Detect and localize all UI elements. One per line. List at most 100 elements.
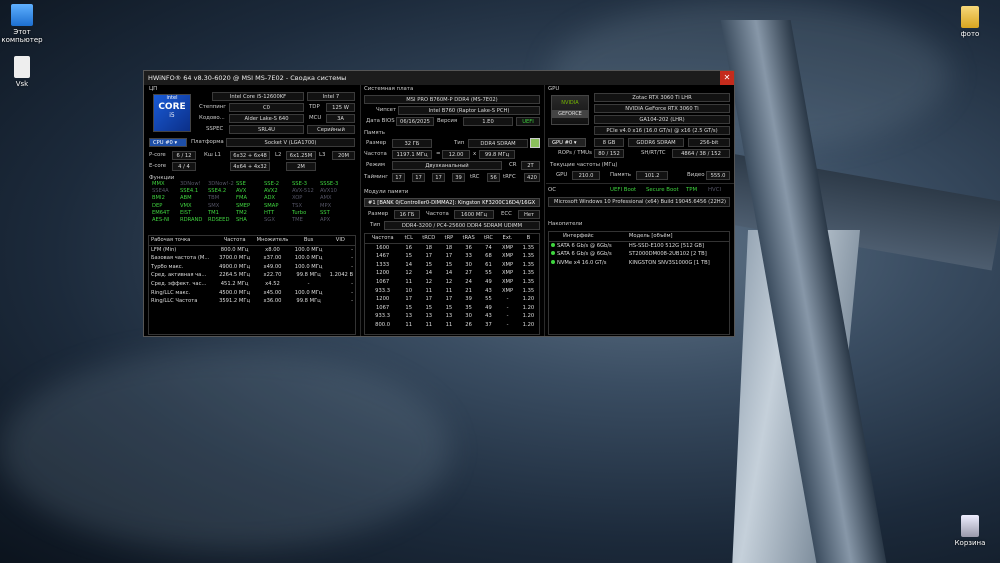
drive-model: ST2000DM008-2UB102 [2 TB] — [628, 251, 707, 258]
desktop-icon-this-pc[interactable]: Этот компьютер — [0, 4, 44, 44]
sh-value: 4864 / 38 / 152 — [672, 149, 730, 158]
table-header-cell: tRCD — [417, 234, 441, 244]
module-select-dropdown[interactable]: #1 [BANK 0/Controller0-DIMMA2]: Kingston… — [364, 198, 540, 207]
table-cell: 1.35 — [522, 261, 535, 268]
table-cell: 1067 — [376, 278, 390, 285]
table-row: Сред. активная ча... 2264.5 МГц x22.70 99.8… — [149, 271, 355, 280]
drive-interface-text: NVMe x4 16.0 GT/s — [557, 259, 607, 266]
bus-width: 256-bit — [688, 138, 730, 147]
gpu-clock: 210.0 — [572, 171, 600, 180]
window-title: HWiNFO® 64 v8.30-6020 @ MSI MS-7E02 - Св… — [148, 74, 347, 82]
recycle-bin-icon — [961, 515, 979, 537]
table-cell: 15 — [405, 304, 413, 311]
uefi-badge: UEFI — [516, 117, 540, 126]
table-cell: - — [307, 280, 310, 287]
desktop-icon-vsk[interactable]: Vsk — [0, 56, 44, 88]
table-cell: Сред. активная ча... — [151, 272, 207, 279]
table-cell: 43 — [485, 313, 492, 320]
cpu-select-dropdown[interactable]: CPU #0 ▾ — [149, 138, 187, 147]
nvidia-geforce-logo: NVIDIA GEFORCE — [551, 95, 589, 125]
table-cell: 100.0 МГц — [294, 263, 323, 270]
table-cell: 933.3 — [375, 287, 391, 294]
table-cell: 24 — [465, 278, 472, 285]
gpu-name: NVIDIA GeForce RTX 3060 Ti — [594, 104, 730, 113]
feature-flag: EM64T — [152, 209, 170, 216]
table-row: 800.0 11 11 11 26 37 - 1.20 — [365, 321, 539, 330]
desktop-icon-recycle-bin[interactable]: Корзина — [948, 515, 992, 547]
tdp-value: 125 W — [326, 103, 355, 112]
table-cell: x36.00 — [263, 298, 282, 305]
table-row: NVMe x4 16.0 GT/s KINGSTON SNV3S1000G [1 … — [549, 259, 729, 268]
mem-bus: 99.8 МГц — [479, 150, 515, 159]
folder-icon — [961, 6, 979, 28]
feature-flag: ABM — [180, 195, 192, 202]
table-cell: XMP — [501, 244, 514, 251]
table-cell: 15 — [425, 304, 433, 311]
table-cell: Ring/LLC макс. — [151, 289, 191, 296]
tpm-status: TPM — [686, 187, 698, 193]
desktop-icon-photo[interactable]: фото — [948, 6, 992, 38]
table-row: 1200 17 17 17 39 55 - 1.20 — [365, 295, 539, 304]
trc-value: 56 — [487, 173, 500, 182]
table-header-cell: tRC — [479, 234, 498, 244]
title-bar[interactable]: HWiNFO® 64 v8.30-6020 @ MSI MS-7E02 - Св… — [144, 71, 734, 85]
feature-flag: 3DNow!-2 — [208, 181, 234, 187]
trc-label: tRC — [470, 174, 480, 180]
table-cell: Базовая частота (M... — [151, 255, 210, 262]
chipset-value: Intel B760 (Raptor Lake-S PCH) — [398, 106, 540, 115]
table-cell: 1200 — [376, 270, 390, 277]
table-row: 1067 15 15 15 35 49 - 1.20 — [365, 304, 539, 313]
cr-label: CR — [509, 162, 517, 168]
chipset-label: Чипсет — [376, 107, 397, 113]
table-cell: 1.20 — [522, 304, 535, 311]
col-op: Рабочая точка — [149, 236, 216, 246]
table-cell: - — [506, 321, 509, 328]
platform-value: Socket V (LGA1700) — [226, 138, 355, 147]
mem-mode-label: Режим — [366, 162, 385, 168]
table-cell: 1.35 — [522, 253, 535, 260]
table-cell: 61 — [485, 261, 492, 268]
feature-flag: HTT — [264, 209, 275, 216]
table-cell: 74 — [485, 244, 492, 251]
table-cell: 14 — [425, 270, 433, 277]
feature-flag: SSE-3 — [292, 181, 308, 187]
x-sign: x — [473, 151, 477, 157]
feature-flag: RDRAND — [180, 217, 203, 224]
table-header-cell: Частота — [365, 234, 401, 244]
cr-value: 2T — [521, 161, 540, 170]
module-type-label: Тип — [370, 222, 381, 228]
l1e-value: 4x64 + 4x32 — [230, 162, 270, 171]
table-cell: x4.52 — [265, 280, 280, 287]
gpu-select-dropdown[interactable]: GPU #0 ▾ — [548, 138, 586, 147]
mb-name: MSI PRO B760M-P DDR4 (MS-7E02) — [364, 95, 540, 104]
table-cell: 11 — [445, 321, 453, 328]
l3-label: L3 — [319, 152, 326, 158]
table-row: 1067 11 12 12 24 49 XMP 1.35 — [365, 278, 539, 287]
mcu-label: MCU — [309, 115, 322, 121]
feature-flag: AES-NI — [152, 217, 170, 224]
memory-monitor-icon[interactable] — [530, 138, 540, 148]
table-row: Ring/LLC Частота 3591.2 МГц x36.00 99.8 МГц… — [149, 297, 355, 306]
timing-cl: 17 — [392, 173, 405, 182]
feature-flag: ADX — [264, 195, 276, 202]
pcore-value: 6 / 12 — [172, 151, 196, 160]
feature-flag: TM1 — [208, 209, 219, 216]
feature-flag: RDSEED — [208, 217, 230, 224]
trfc-label: tRFC — [503, 174, 516, 180]
table-header-cell: Ext. — [497, 234, 518, 244]
operating-points-table: Рабочая точка Частота Множитель Bus VID … — [148, 235, 356, 335]
table-cell: 37 — [485, 321, 492, 328]
table-cell: 17 — [445, 253, 453, 260]
close-button[interactable]: ✕ — [720, 71, 734, 85]
cpu-header: ЦП — [149, 86, 158, 92]
col-mult: Множитель — [253, 236, 292, 246]
table-row: SATA 6 Gb/s @ 6Gb/s HS-SSD-E100 512G [512… — [549, 241, 729, 250]
table-cell: 12 — [405, 270, 413, 277]
table-cell: 15 — [425, 261, 433, 268]
table-cell: 35 — [465, 304, 472, 311]
modules-header: Модули памяти — [364, 189, 409, 195]
serial-number: Серийный — [307, 125, 355, 134]
table-cell: 39 — [465, 296, 472, 303]
table-cell: 4500.0 МГц — [219, 289, 251, 296]
gpu-clock-label: GPU — [556, 172, 568, 178]
